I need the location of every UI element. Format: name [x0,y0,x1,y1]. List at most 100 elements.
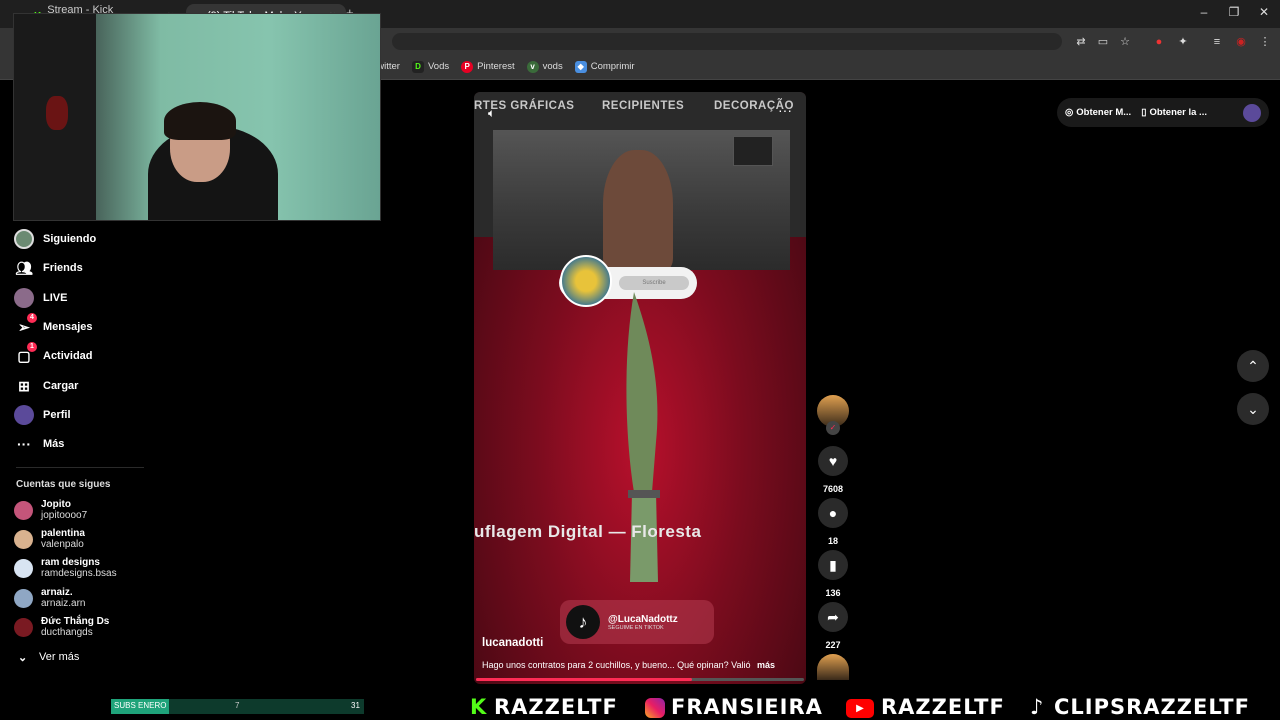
following-handle: jopitoooo7 [41,510,88,521]
translate-icon[interactable]: ⇄ [1074,35,1088,49]
divider [16,467,144,468]
video-category-text: RECIPIENTES [602,100,685,112]
share-button[interactable]: ➦ 227 [817,602,849,650]
progress-track[interactable] [476,678,804,681]
media-icon[interactable]: ≡ [1210,35,1224,49]
sidebar-item-cargar[interactable]: ⊞ Cargar [14,375,164,397]
sidebar-item-label: Friends [43,262,83,274]
sound-disc-icon[interactable] [817,654,849,680]
profile-avatar-icon[interactable]: ◉ [1234,35,1248,49]
get-app-button[interactable]: ◎ Obtener M... [1065,107,1131,118]
prev-video-button[interactable]: ⌃ [1237,350,1269,382]
check-icon: ✓ [826,421,840,435]
see-more-button[interactable]: ⌄ Ver más [18,646,168,668]
comment-count: 18 [827,536,838,546]
caption-more-link[interactable]: más [757,660,775,670]
get-desktop-app-button[interactable]: ▯ Obtener la ... [1141,107,1207,118]
menu-dots-icon[interactable]: ⋮ [1258,35,1272,49]
close-window-icon[interactable]: ✕ [1250,5,1278,19]
bookmark-label: Vods [427,61,450,72]
notification-badge: 1 [27,342,37,352]
following-item[interactable]: Đức Thắng Ds ducthangds [14,614,164,640]
sidebar-item-label: Siguiendo [43,233,97,245]
kick-icon: K [470,695,488,719]
d-icon: D [411,60,424,73]
webcam-object [46,96,68,130]
following-title: Cuentas que sigues [16,479,111,490]
sidebar-item-perfil[interactable]: Perfil [14,404,164,426]
following-item[interactable]: ram designs ramdesigns.bsas [14,555,164,581]
upload-icon: ⊞ [18,377,30,394]
sidebar-item-live[interactable]: LIVE [14,287,164,309]
following-item[interactable]: Jopito jopitoooo7 [14,497,164,523]
video-overlay-title: uflagem Digital — Floresta [474,522,702,541]
bookmark-label: Comprimir [590,61,635,72]
like-count: 7608 [822,484,844,494]
following-handle: valenpalo [41,539,84,550]
restore-icon[interactable]: ❐ [1220,5,1248,19]
friends-icon: 👥︎ [15,259,33,276]
sidebar-item-actividad[interactable]: ▢ 1 Actividad [14,342,164,367]
following-handle: ramdesigns.bsas [41,568,117,579]
save-count: 136 [825,588,841,598]
url-field[interactable] [392,33,1062,50]
author-avatar-button[interactable]: ✓ [817,395,849,435]
tiktok-logo-icon: ♪ [566,605,600,639]
sub-goal-current: 7 [235,701,240,710]
coin-icon: ◎ [1065,107,1074,118]
avatar [14,617,33,637]
volume-icon[interactable]: 🔈︎ [488,106,495,121]
vods-icon: v [526,60,539,73]
kick-handle: RAZZELTF [494,695,618,719]
more-options-icon[interactable]: ··· [778,102,792,118]
chevron-up-icon: ⌃ [1247,357,1259,374]
extension-icon[interactable]: ● [1152,35,1166,49]
bookmark-comprimir[interactable]: ◆ Comprimir [574,60,635,73]
bookmark-label: Pinterest [477,61,515,72]
tiktok-handle: CLIPSRAZZELTF [1054,695,1250,719]
youtube-handle: RAZZELTF [881,695,1005,719]
video-monitor [733,136,773,166]
minimize-icon[interactable]: – [1190,5,1218,19]
comment-button[interactable]: ● 18 [817,498,849,546]
bookmark-pinterest[interactable]: P Pinterest [461,60,515,73]
avatar [14,558,33,578]
subscribe-button: Suscribe [619,276,689,290]
watermark-handle: @LucaNadottz [608,613,678,625]
sidebar-item-siguiendo[interactable]: Siguiendo [14,228,164,250]
following-name: arnaiz. [41,587,73,598]
sidebar-item-mas[interactable]: ··· Más [14,433,164,455]
cast-icon[interactable]: ▭ [1096,35,1110,49]
save-button[interactable]: ▮ 136 [817,550,849,598]
chevron-down-icon: ⌄ [18,651,28,664]
sidebar-item-mensajes[interactable]: ➢ 4 Mensajes [14,313,164,338]
get-app-label: Obtener M... [1076,107,1132,118]
following-item[interactable]: arnaiz. arnaiz.arn [14,585,164,611]
send-icon: ➢ 4 [14,313,37,337]
following-handle: arnaiz.arn [41,598,86,609]
video-player[interactable]: RTES GRÁFICAS RECIPIENTES DECORAÇÃO 🔈︎ ·… [474,92,806,684]
avatar [14,529,33,549]
star-icon[interactable]: ☆ [1118,35,1132,49]
following-name: Đức Thắng Ds [41,616,110,627]
webcam-person-hair [164,102,236,140]
following-name: palentina [41,528,85,539]
avatar[interactable] [1243,103,1261,122]
following-item[interactable]: palentina valenpalo [14,526,164,552]
puzzle-icon[interactable]: ✦ [1176,35,1190,49]
next-video-button[interactable]: ⌄ [1237,393,1269,425]
avatar [14,500,33,520]
get-app-pill: ◎ Obtener M... ▯ Obtener la ... [1057,98,1269,127]
bookmark-vods-2[interactable]: v vods [526,60,563,73]
sub-goal-target: 31 [351,701,360,710]
following-name: Jopito [41,499,71,510]
bookmark-vods[interactable]: D Vods [411,60,450,73]
avatar-icon [14,229,34,249]
webcam-feed [13,13,381,221]
progress-fill [476,678,693,681]
sidebar-item-label: Mensajes [43,321,93,333]
video-author[interactable]: lucanadotti [482,637,543,649]
sidebar-item-friends[interactable]: 👥︎ Friends [14,257,164,279]
sub-goal-bar: SUBS ENERO 7 31 [111,699,364,714]
like-button[interactable]: ♥ 7608 [817,446,849,494]
